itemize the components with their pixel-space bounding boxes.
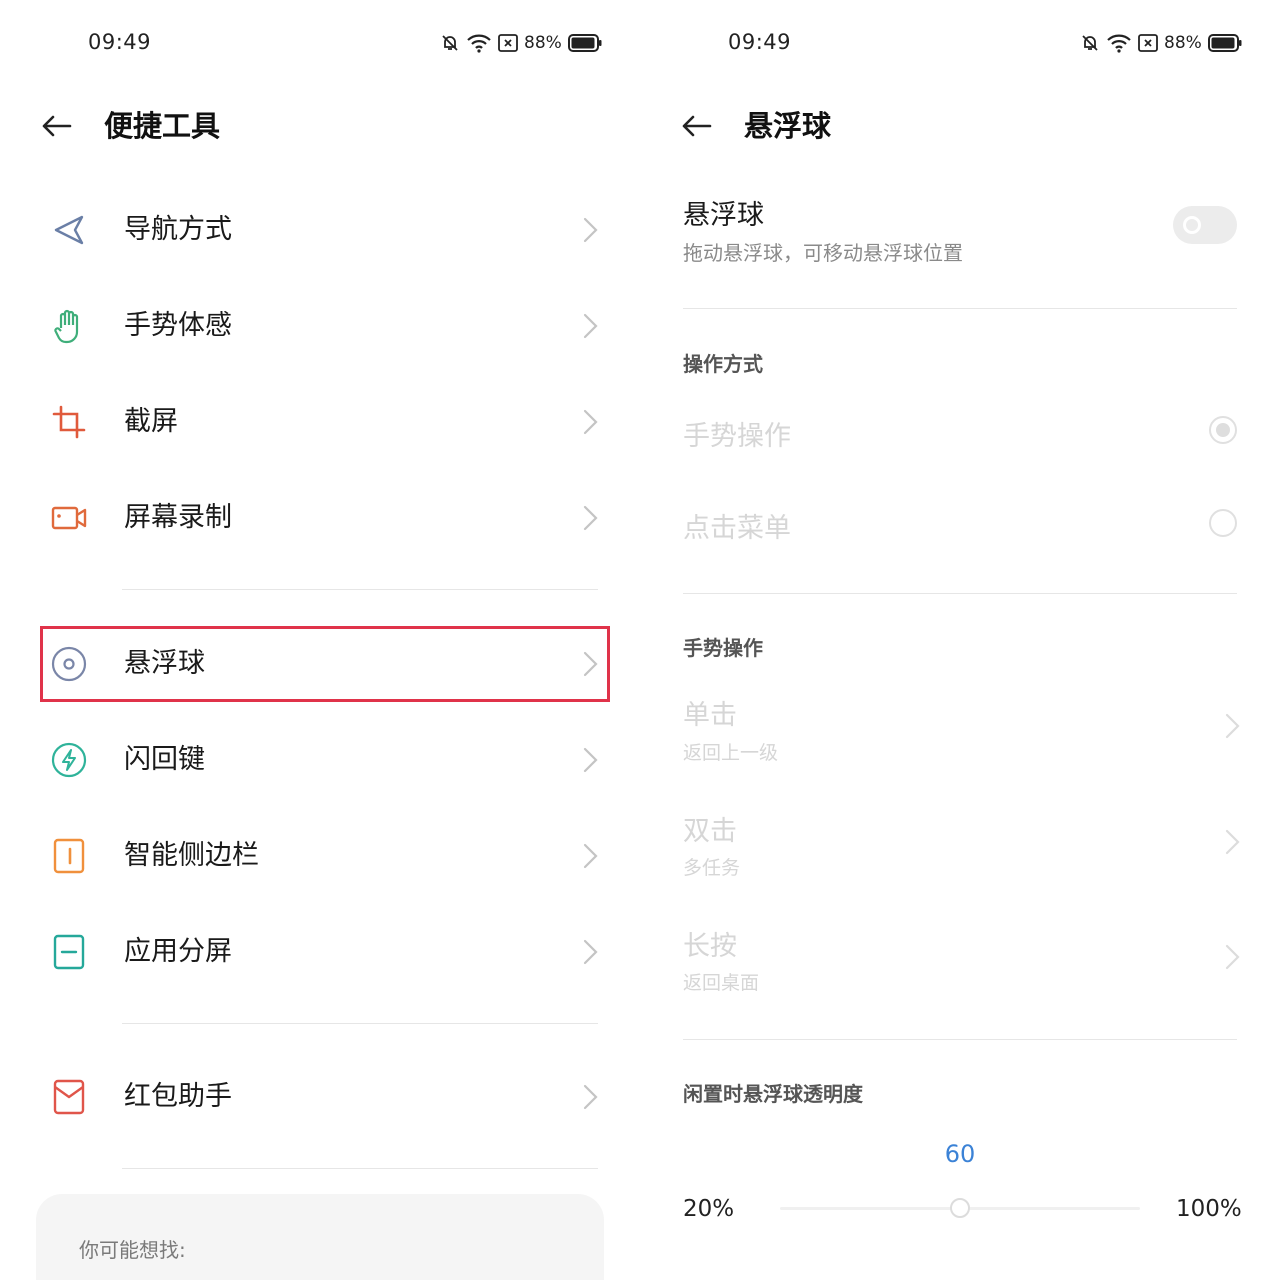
status-icons: 88% <box>440 30 602 56</box>
menu-item-screen-record[interactable]: 屏幕录制 <box>40 480 610 556</box>
shortcut-tools-screen: 09:49 88% 便捷工具 导航方式 手势体感 截屏 屏幕录制 悬浮球 闪回键… <box>0 0 640 1280</box>
chevron-right-icon[interactable] <box>1222 943 1242 971</box>
menu-item-gesture[interactable]: 手势体感 <box>40 288 610 364</box>
opacity-value: 60 <box>944 1140 976 1168</box>
floating-ball-toggle-title: 悬浮球 <box>683 200 764 231</box>
selection-highlight <box>40 626 610 702</box>
menu-item-red-envelope[interactable]: 红包助手 <box>40 1059 610 1135</box>
battery-icon <box>1207 34 1242 52</box>
battery-percent: 88% <box>524 33 562 53</box>
section-idle-opacity: 闲置时悬浮球透明度 <box>683 1082 863 1106</box>
sim-card-icon <box>498 34 518 52</box>
wifi-icon <box>467 34 491 53</box>
sim-card-icon <box>1138 34 1158 52</box>
mute-bell-icon <box>1082 35 1098 51</box>
menu-item-label: 截屏 <box>124 406 178 437</box>
divider <box>683 308 1237 309</box>
video-record-icon <box>50 499 88 537</box>
divider <box>683 593 1237 594</box>
gesture-long-press-subtitle: 返回桌面 <box>683 972 760 994</box>
chevron-right-icon <box>583 747 598 773</box>
navigation-arrow-icon <box>50 211 88 249</box>
back-button[interactable] <box>676 106 716 146</box>
sidebar-icon <box>50 837 88 875</box>
opacity-slider[interactable] <box>780 1198 1140 1218</box>
divider <box>122 589 598 590</box>
flash-back-icon <box>50 741 88 779</box>
battery-percent: 88% <box>1164 33 1202 53</box>
menu-item-smart-sidebar[interactable]: 智能侧边栏 <box>40 818 610 894</box>
back-arrow-icon <box>42 115 72 137</box>
menu-item-navigation[interactable]: 导航方式 <box>40 192 610 268</box>
mode-menu-radio[interactable] <box>1209 509 1237 537</box>
menu-item-label: 屏幕录制 <box>124 502 232 533</box>
wifi-icon <box>1107 34 1131 53</box>
mode-gesture-label: 手势操作 <box>683 421 791 452</box>
gesture-single-tap-title: 单击 <box>683 700 737 731</box>
menu-item-split-screen[interactable]: 应用分屏 <box>40 914 610 990</box>
menu-item-label: 智能侧边栏 <box>124 840 259 871</box>
divider <box>683 1039 1237 1040</box>
mode-gesture-radio[interactable] <box>1209 416 1237 444</box>
red-envelope-icon <box>50 1078 88 1116</box>
menu-item-screenshot[interactable]: 截屏 <box>40 384 610 460</box>
gesture-double-tap-title: 双击 <box>683 816 737 847</box>
menu-item-label: 闪回键 <box>124 744 205 775</box>
chevron-right-icon <box>583 505 598 531</box>
mode-menu-label: 点击菜单 <box>683 513 791 544</box>
floating-ball-toggle[interactable] <box>1173 206 1237 244</box>
opacity-max-label: 100% <box>1176 1196 1242 1222</box>
gesture-double-tap-subtitle: 多任务 <box>683 857 741 879</box>
chevron-right-icon <box>583 939 598 965</box>
opacity-min-label: 20% <box>683 1196 735 1222</box>
hand-gesture-icon <box>50 307 88 345</box>
divider <box>122 1023 598 1024</box>
chevron-right-icon <box>583 313 598 339</box>
chevron-right-icon <box>583 409 598 435</box>
status-time: 09:49 <box>728 30 792 54</box>
section-operation-mode: 操作方式 <box>683 352 763 376</box>
back-arrow-icon <box>682 115 712 137</box>
chevron-right-icon <box>583 1084 598 1110</box>
page-title: 悬浮球 <box>744 109 832 143</box>
back-button[interactable] <box>36 106 76 146</box>
menu-item-label: 应用分屏 <box>124 936 232 967</box>
floating-ball-toggle-subtitle: 拖动悬浮球，可移动悬浮球位置 <box>683 241 963 265</box>
split-screen-icon <box>50 933 88 971</box>
opacity-slider-thumb[interactable] <box>950 1198 970 1218</box>
status-time: 09:49 <box>88 30 152 54</box>
section-gesture-operations: 手势操作 <box>683 636 763 660</box>
chevron-right-icon[interactable] <box>1222 828 1242 856</box>
crop-icon <box>50 403 88 441</box>
chevron-right-icon[interactable] <box>1222 712 1242 740</box>
menu-item-flash-back[interactable]: 闪回键 <box>40 722 610 798</box>
menu-item-label: 导航方式 <box>124 214 232 245</box>
suggestions-card: 你可能想找: <box>36 1194 604 1280</box>
menu-item-label: 手势体感 <box>124 310 232 341</box>
gesture-long-press-title: 长按 <box>683 931 737 962</box>
gesture-single-tap-subtitle: 返回上一级 <box>683 742 779 764</box>
chevron-right-icon <box>583 217 598 243</box>
toggle-knob <box>1183 216 1201 234</box>
page-title: 便捷工具 <box>104 109 221 143</box>
status-icons: 88% <box>1080 30 1242 56</box>
floating-ball-screen: 09:49 88% 悬浮球 悬浮球 拖动悬浮球，可移动悬浮球位置 操作方式 手势… <box>640 0 1280 1280</box>
battery-icon <box>567 34 602 52</box>
chevron-right-icon <box>583 843 598 869</box>
menu-item-label: 红包助手 <box>124 1081 232 1112</box>
suggestions-title: 你可能想找: <box>79 1238 186 1262</box>
mute-bell-icon <box>442 35 458 51</box>
divider <box>122 1168 598 1169</box>
